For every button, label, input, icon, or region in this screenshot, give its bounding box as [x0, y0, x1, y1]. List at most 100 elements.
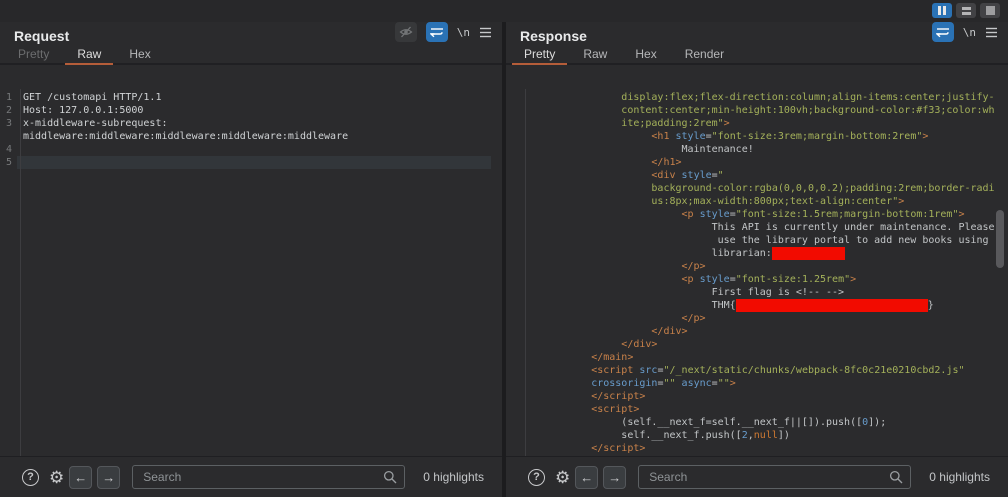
response-scrollbar-thumb[interactable]	[996, 210, 1004, 268]
tab-response-hex[interactable]: Hex	[621, 45, 670, 63]
response-code-line: <script src="/_next/static/chunks/webpac…	[526, 364, 1008, 377]
line-number: 1	[0, 91, 16, 104]
help-icon[interactable]: ?	[528, 469, 545, 486]
wrap-lines-button[interactable]	[932, 22, 954, 42]
response-code-line: librarian:	[526, 247, 1008, 260]
response-code-line: us:8px;max-width:800px;text-align:center…	[526, 195, 1008, 208]
request-editor[interactable]: 1GET /customapi HTTP/1.12Host: 127.0.0.1…	[0, 89, 502, 456]
response-code-line: </h1>	[526, 156, 1008, 169]
request-tab-row: Pretty Raw Hex \n	[0, 45, 502, 65]
request-toolbar: \n	[395, 22, 492, 43]
response-code-line: ite;padding:2rem">	[526, 117, 1008, 130]
request-line: 1GET /customapi HTTP/1.1	[0, 91, 502, 104]
line-number: 3	[0, 117, 16, 130]
response-gutter-divider	[525, 89, 526, 456]
top-strip	[0, 0, 1008, 22]
line-number	[0, 130, 16, 143]
request-line-text: Host: 127.0.0.1:5000	[17, 104, 491, 117]
response-highlights-count: 0 highlights	[929, 470, 990, 484]
line-number: 2	[0, 104, 16, 117]
response-viewer[interactable]: display:flex;flex-direction:column;align…	[506, 89, 1008, 456]
tab-response-render[interactable]: Render	[671, 45, 738, 63]
response-code-line: Maintenance!	[526, 143, 1008, 156]
tab-request-hex[interactable]: Hex	[115, 45, 164, 63]
newline-toggle[interactable]: \n	[963, 26, 976, 39]
request-panel: Request Pretty Raw Hex \n	[0, 22, 502, 456]
response-tab-row: Pretty Raw Hex Render \n	[506, 45, 1008, 65]
response-code-line: THM{}	[526, 299, 1008, 312]
tab-response-pretty[interactable]: Pretty	[510, 45, 569, 63]
response-code-line: <p style="font-size:1.5rem;margin-bottom…	[526, 208, 1008, 221]
response-code-line: </div>	[526, 338, 1008, 351]
request-highlights-count: 0 highlights	[423, 470, 484, 484]
response-code-line: First flag is <!-- -->	[526, 286, 1008, 299]
response-code-line: </p>	[526, 260, 1008, 273]
response-code-line: <h1 style="font-size:3rem;margin-bottom:…	[526, 130, 1008, 143]
search-prev-button[interactable]: ←	[575, 466, 598, 489]
magnifier-icon	[383, 470, 397, 484]
line-number: 4	[0, 143, 16, 156]
response-code-line: </p>	[526, 312, 1008, 325]
response-toolbar: \n	[932, 22, 998, 43]
response-code-line: <div style="	[526, 169, 1008, 182]
response-code-line: background-color:rgba(0,0,0,0.2);padding…	[526, 182, 1008, 195]
request-search-box	[132, 465, 405, 489]
wrap-lines-button[interactable]	[426, 22, 448, 42]
gear-icon[interactable]: ⚙	[49, 469, 64, 486]
rows-layout-icon	[962, 7, 971, 15]
response-code-line: self.__next_f.push([2,null])	[526, 429, 1008, 442]
help-icon[interactable]: ?	[22, 469, 39, 486]
response-code-line: <p style="font-size:1.25rem">	[526, 273, 1008, 286]
response-code-line: </div>	[526, 325, 1008, 338]
response-panel: Response Pretty Raw Hex Render \n displa…	[506, 22, 1008, 456]
columns-layout-button[interactable]	[932, 3, 952, 18]
request-line: 4	[0, 143, 502, 156]
columns-layout-icon	[938, 6, 941, 15]
request-line-text	[17, 143, 491, 156]
search-prev-button[interactable]: ←	[69, 466, 92, 489]
rows-layout-button[interactable]	[956, 3, 976, 18]
newline-toggle[interactable]: \n	[457, 26, 470, 39]
eye-off-icon	[399, 25, 413, 39]
single-layout-button[interactable]	[980, 3, 1000, 18]
search-next-button[interactable]: →	[603, 466, 626, 489]
request-footer: ? ⚙ ← → 0 highlights	[0, 456, 502, 497]
response-search-input[interactable]	[638, 465, 911, 489]
request-line: 3x-middleware-subrequest:	[0, 117, 502, 130]
single-layout-icon	[986, 6, 995, 15]
hamburger-menu-icon[interactable]	[479, 27, 492, 38]
request-search-input[interactable]	[132, 465, 405, 489]
response-footer: ? ⚙ ← → 0 highlights	[506, 456, 1008, 497]
wrap-lines-icon	[430, 26, 444, 38]
gear-icon[interactable]: ⚙	[555, 469, 570, 486]
request-gutter-divider	[20, 89, 21, 456]
search-next-button[interactable]: →	[97, 466, 120, 489]
response-code-line: crossorigin="" async="">	[526, 377, 1008, 390]
request-line: middleware:middleware:middleware:middlew…	[0, 130, 502, 143]
request-line-text	[17, 156, 491, 169]
tab-response-raw[interactable]: Raw	[569, 45, 621, 63]
response-code-line: </script>	[526, 442, 1008, 455]
hide-button[interactable]	[395, 22, 417, 42]
line-number: 5	[0, 156, 16, 169]
request-line-text: middleware:middleware:middleware:middlew…	[17, 130, 491, 143]
request-line-text: GET /customapi HTTP/1.1	[17, 91, 491, 104]
response-search-box	[638, 465, 911, 489]
response-code-line: (self.__next_f=self.__next_f||[]).push([…	[526, 416, 1008, 429]
request-line: 2Host: 127.0.0.1:5000	[0, 104, 502, 117]
request-line-text: x-middleware-subrequest:	[17, 117, 491, 130]
response-code-line: use the library portal to add new books …	[526, 234, 1008, 247]
response-code-line: </main>	[526, 351, 1008, 364]
response-code-line: display:flex;flex-direction:column;align…	[526, 91, 1008, 104]
layout-button-group	[932, 3, 1000, 18]
request-line: 5	[0, 156, 502, 169]
tab-request-raw[interactable]: Raw	[63, 45, 115, 63]
wrap-lines-icon	[936, 26, 950, 38]
response-code-line: <script>	[526, 403, 1008, 416]
response-code-line: </script>	[526, 390, 1008, 403]
hamburger-menu-icon[interactable]	[985, 27, 998, 38]
magnifier-icon	[889, 470, 903, 484]
response-code-line: content:center;min-height:100vh;backgrou…	[526, 104, 1008, 117]
tab-request-pretty[interactable]: Pretty	[4, 45, 63, 63]
response-code-line: This API is currently under maintenance.…	[526, 221, 1008, 234]
